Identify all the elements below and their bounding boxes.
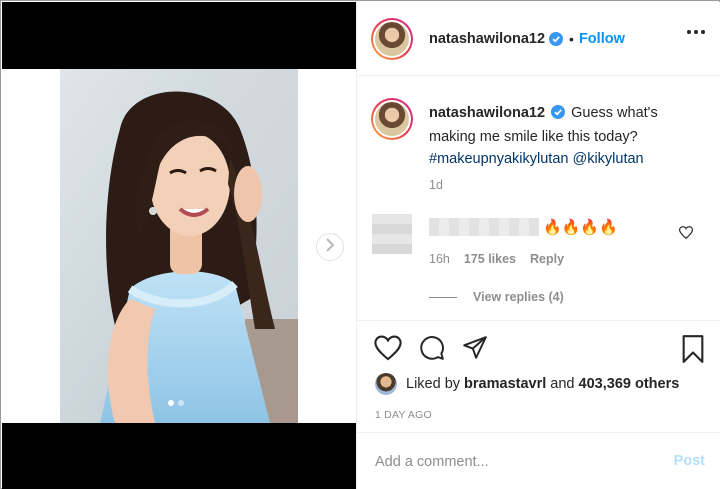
- share-icon[interactable]: [461, 335, 489, 366]
- carousel-dot-2: [178, 400, 184, 406]
- next-arrow-icon: [324, 237, 336, 257]
- liked-by-others[interactable]: 403,369 others: [579, 376, 680, 392]
- comment-time: 16h: [429, 252, 450, 266]
- add-comment-bar: Post: [357, 432, 720, 489]
- post-header: natashawilona12 • Follow: [357, 2, 720, 76]
- post-timestamp: 1 DAY AGO: [375, 409, 432, 421]
- post-photo[interactable]: [60, 69, 298, 423]
- author-avatar-image: [375, 21, 409, 56]
- comment-meta: 16h 175 likes Reply: [429, 252, 564, 266]
- post-side-panel: natashawilona12 • Follow natashawilona12…: [356, 2, 720, 489]
- next-slide-button[interactable]: [316, 233, 344, 261]
- comment-like-heart-icon[interactable]: [678, 226, 694, 244]
- verified-badge-icon: [549, 31, 564, 46]
- carousel-indicator: [168, 400, 184, 406]
- post-comment-button[interactable]: Post: [674, 453, 705, 469]
- author-username[interactable]: natashawilona12: [429, 31, 545, 47]
- liker-avatar[interactable]: [375, 373, 397, 395]
- comment-icon[interactable]: [418, 335, 446, 366]
- carousel-dot-1: [168, 400, 174, 406]
- commenter-username-redacted[interactable]: [429, 218, 539, 236]
- liked-by-and: and: [550, 376, 575, 392]
- liked-by-prefix: Liked by: [406, 376, 461, 392]
- liked-by: Liked by bramastavrl and 403,369 others: [375, 373, 679, 395]
- post-window: natashawilona12 • Follow natashawilona12…: [0, 0, 720, 489]
- heart-icon[interactable]: [374, 335, 402, 366]
- follow-button[interactable]: Follow: [579, 31, 625, 47]
- comment-likes[interactable]: 175 likes: [464, 252, 516, 266]
- caption-hashtag[interactable]: #makeupnyakikylutan: [429, 151, 568, 167]
- commenter-avatar-redacted[interactable]: [372, 214, 412, 254]
- verified-badge-icon: [551, 104, 566, 126]
- view-replies-button[interactable]: View replies (4): [429, 290, 564, 304]
- caption-username[interactable]: natashawilona12: [429, 105, 545, 121]
- view-replies-label: View replies (4): [473, 290, 564, 304]
- replies-divider-line: [429, 296, 457, 298]
- add-comment-input[interactable]: [375, 451, 655, 473]
- caption-mention[interactable]: @kikylutan: [572, 151, 643, 167]
- comment-reply-button[interactable]: Reply: [530, 252, 564, 266]
- caption-timestamp: 1d: [429, 178, 443, 192]
- post-actions: Liked by bramastavrl and 403,369 others …: [357, 320, 720, 432]
- fire-emoji: 🔥🔥🔥🔥: [543, 219, 618, 236]
- more-options-icon[interactable]: [687, 30, 705, 34]
- media-photo-area: [2, 69, 356, 423]
- bookmark-icon[interactable]: [681, 335, 705, 368]
- caption-text: natashawilona12 Guess what's making me s…: [429, 102, 704, 170]
- liked-by-user[interactable]: bramastavrl: [464, 376, 546, 392]
- post-media: [2, 2, 356, 489]
- comment-item: 🔥🔥🔥🔥 16h 175 likes Reply View replies (4…: [371, 214, 711, 314]
- author-avatar[interactable]: [371, 17, 413, 60]
- caption-avatar[interactable]: [371, 98, 413, 140]
- header-separator: •: [569, 30, 574, 47]
